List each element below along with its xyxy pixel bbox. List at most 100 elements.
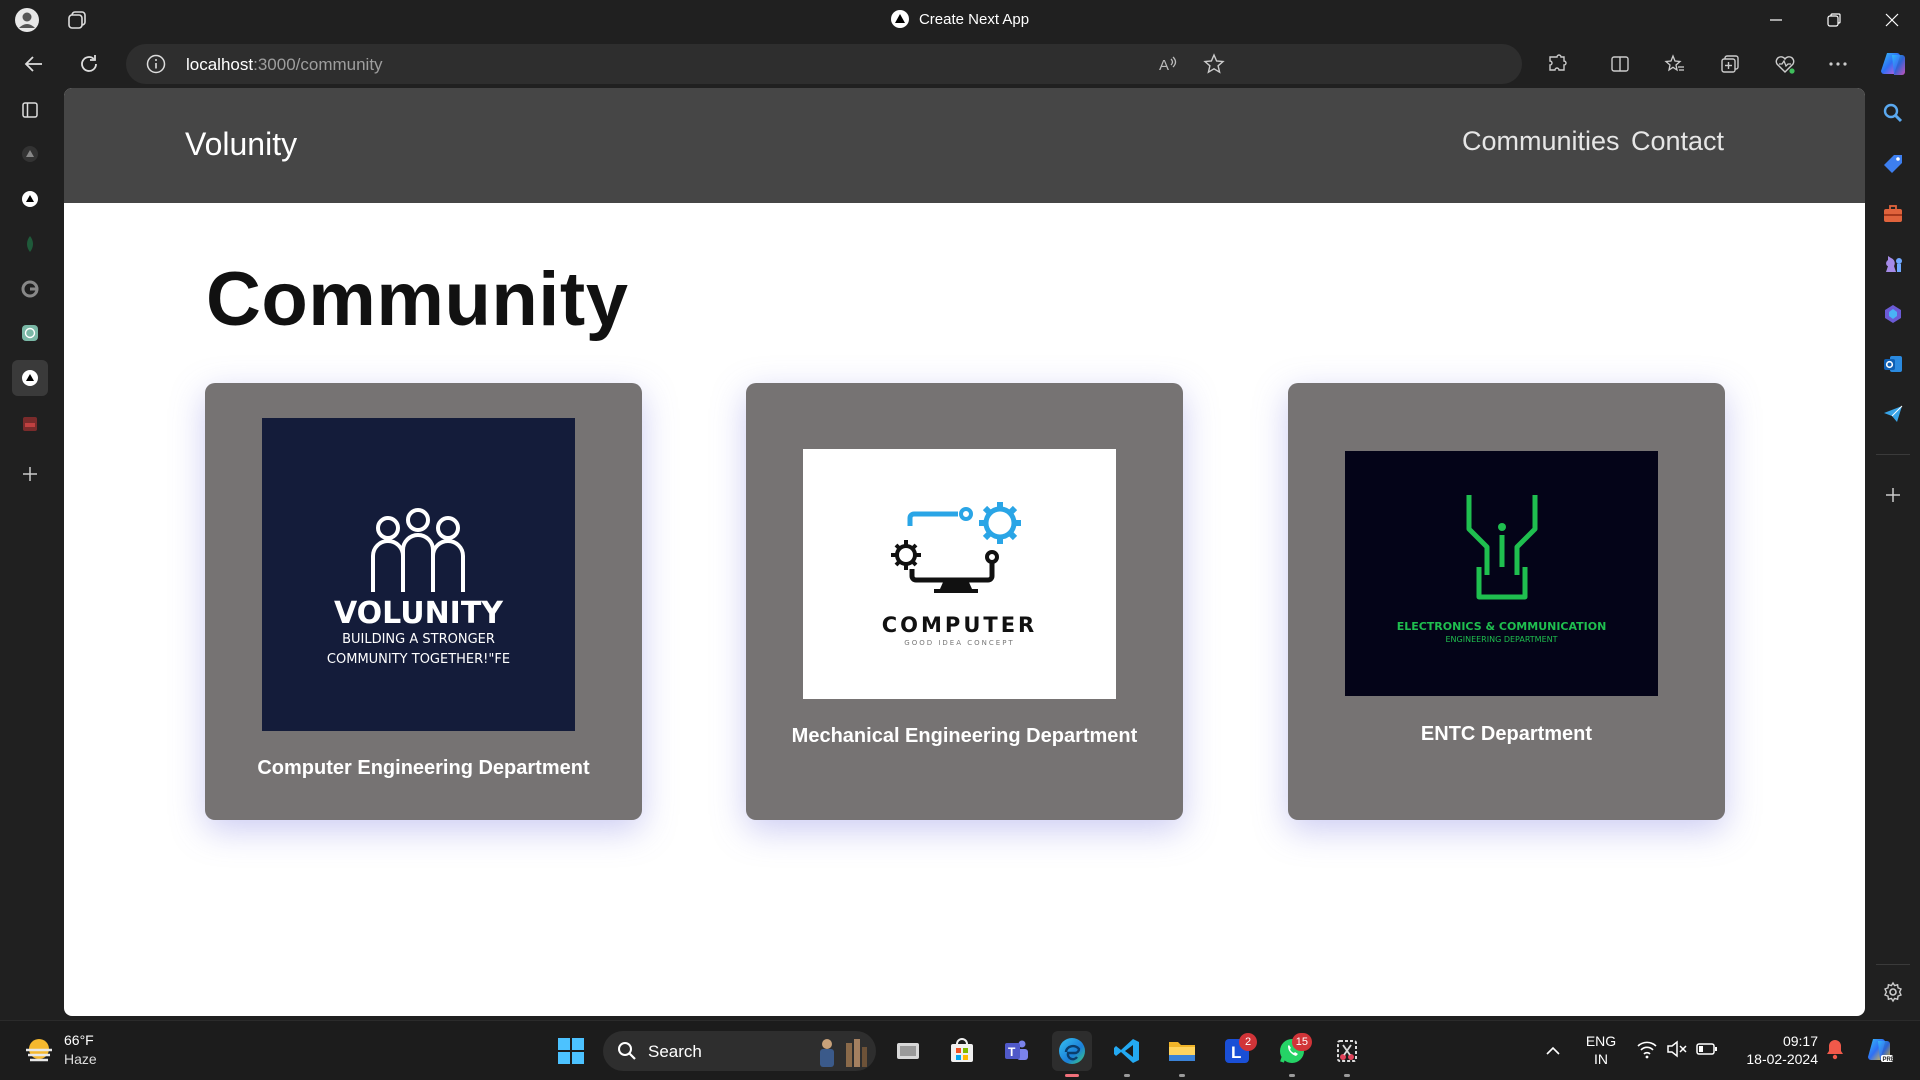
community-card-entc[interactable]: ELECTRONICS & COMMUNICATION ENGINEERING … — [1288, 383, 1725, 820]
clock[interactable]: 09:17 18-02-2024 — [1734, 1032, 1818, 1068]
edge-active-indicator — [1065, 1074, 1079, 1077]
file-explorer-icon[interactable] — [1162, 1031, 1202, 1077]
games-chess-icon[interactable] — [1879, 250, 1907, 278]
site-navbar: Volunity Communities Contact — [64, 88, 1865, 203]
window-title-text: Create Next App — [918, 10, 1030, 28]
card-label[interactable]: Mechanical Engineering Department — [746, 725, 1183, 748]
wifi-icon[interactable] — [1636, 1039, 1658, 1059]
entc-logo-line2: ENGINEERING DEPARTMENT — [1445, 635, 1558, 644]
address-bar[interactable]: localhost:3000/community A — [126, 44, 1522, 84]
volunity-logo-title: VOLUNITY — [333, 596, 504, 631]
extensions-button[interactable] — [1539, 46, 1575, 82]
community-card-computer[interactable]: VOLUNITY BUILDING A STRONGER COMMUNITY T… — [205, 383, 642, 820]
copilot-taskbar-icon[interactable]: PRE — [1865, 1035, 1895, 1065]
tools-briefcase-icon[interactable] — [1879, 200, 1907, 228]
volunity-logo-image: VOLUNITY BUILDING A STRONGER COMMUNITY T… — [262, 418, 575, 731]
start-button[interactable] — [551, 1031, 591, 1071]
computer-logo-title: COMPUTER — [881, 613, 1038, 637]
site-brand[interactable]: Volunity — [185, 126, 297, 163]
volunity-logo-line1: BUILDING A STRONGER — [342, 632, 495, 647]
split-screen-button[interactable] — [1602, 46, 1638, 82]
nav-link-communities[interactable]: Communities — [1462, 126, 1620, 157]
search-label: Search — [648, 1042, 702, 1061]
card-label[interactable]: Computer Engineering Department — [205, 757, 642, 780]
notification-bell-icon[interactable] — [1825, 1038, 1845, 1060]
weather-widget[interactable]: 66°F Haze — [20, 1031, 140, 1071]
sidebar-divider-bottom — [1876, 964, 1910, 965]
window-title: Create Next App — [0, 10, 1920, 32]
vscode-running-indicator — [1124, 1074, 1130, 1077]
whatsapp-icon[interactable]: 15 — [1272, 1031, 1312, 1077]
taskbar-search[interactable]: Search — [603, 1031, 876, 1071]
explorer-running-indicator — [1179, 1074, 1185, 1077]
settings-and-more-button[interactable] — [1820, 46, 1856, 82]
address-row: localhost:3000/community A — [0, 40, 1920, 88]
close-window-button[interactable] — [1864, 0, 1920, 40]
minimize-button[interactable] — [1748, 0, 1804, 40]
favorites-button[interactable] — [1657, 46, 1693, 82]
nav-link-contact[interactable]: Contact — [1631, 126, 1724, 157]
volume-muted-icon[interactable] — [1666, 1039, 1688, 1059]
browser-essentials-button[interactable] — [1767, 46, 1803, 82]
show-hidden-icons-chevron-up-icon[interactable] — [1533, 1031, 1573, 1071]
sidebar-settings-gear-icon[interactable] — [1879, 978, 1907, 1006]
search-icon[interactable] — [1879, 99, 1907, 127]
snipping-running-indicator — [1344, 1074, 1350, 1077]
snipping-tool-icon[interactable] — [1327, 1031, 1367, 1077]
l-app-icon[interactable]: L 2 — [1217, 1031, 1257, 1071]
read-aloud-button[interactable]: A — [1150, 46, 1186, 82]
outlook-icon[interactable] — [1879, 350, 1907, 378]
task-view-icon[interactable] — [888, 1031, 928, 1071]
refresh-button[interactable] — [71, 46, 107, 82]
url-text[interactable]: localhost:3000/community — [186, 55, 383, 75]
svg-text:PRE: PRE — [1883, 1057, 1895, 1063]
send-telegram-icon[interactable] — [1879, 400, 1907, 428]
microsoft-store-icon[interactable] — [942, 1031, 982, 1071]
tab-actions-icon[interactable] — [12, 92, 48, 128]
url-path: :3000/community — [253, 55, 383, 74]
clock-date: 18-02-2024 — [1746, 1051, 1818, 1067]
tab-favicon-nextjs-1[interactable] — [12, 136, 48, 172]
weather-description: Haze — [64, 1051, 97, 1067]
card-label[interactable]: ENTC Department — [1288, 723, 1725, 746]
new-tab-plus-icon[interactable] — [12, 456, 48, 492]
edge-sidebar — [1866, 88, 1920, 1020]
circuit-antenna-icon — [1466, 495, 1538, 600]
svg-text:T: T — [1008, 1045, 1016, 1059]
copilot-sidebar-icon[interactable] — [1879, 300, 1907, 328]
edge-browser-icon[interactable] — [1052, 1031, 1092, 1077]
haze-sun-icon — [26, 1039, 52, 1062]
sidebar-divider — [1876, 454, 1910, 455]
clock-time: 09:17 — [1782, 1033, 1818, 1049]
favorite-star-button[interactable] — [1196, 46, 1232, 82]
whatsapp-badge: 15 — [1291, 1033, 1312, 1051]
tab-favicon-nextjs-active[interactable] — [12, 360, 48, 396]
tab-favicon-nextjs-2[interactable] — [12, 181, 48, 217]
tab-favicon-chatgpt[interactable] — [12, 315, 48, 351]
volunity-logo-line2: COMMUNITY TOGETHER!"FE — [326, 652, 511, 667]
copilot-icon[interactable] — [1875, 46, 1911, 82]
windows-logo-icon — [558, 1038, 584, 1064]
tab-favicon-google[interactable] — [12, 271, 48, 307]
back-button[interactable] — [16, 46, 52, 82]
tab-favicon-pdf[interactable] — [12, 406, 48, 442]
region-code: IN — [1594, 1051, 1608, 1067]
community-card-mechanical[interactable]: COMPUTER GOOD IDEA CONCEPT Mechanical En… — [746, 383, 1183, 820]
whatsapp-running-indicator — [1289, 1074, 1295, 1077]
restore-button[interactable] — [1806, 0, 1862, 40]
page-viewport: Volunity Communities Contact Community V… — [64, 88, 1865, 1016]
page-title: Community — [206, 257, 629, 342]
tab-favicon-mongodb[interactable] — [12, 226, 48, 262]
add-sidebar-app-plus-icon[interactable] — [1879, 481, 1907, 509]
nextjs-favicon-icon — [890, 10, 909, 28]
site-info-icon[interactable] — [146, 54, 166, 74]
svg-text:A: A — [1159, 57, 1169, 74]
vscode-icon[interactable] — [1107, 1031, 1147, 1077]
shopping-tag-icon[interactable] — [1879, 150, 1907, 178]
battery-icon[interactable] — [1696, 1040, 1718, 1058]
input-language[interactable]: ENG IN — [1576, 1032, 1626, 1068]
collections-button[interactable] — [1712, 46, 1748, 82]
weather-temperature: 66°F — [64, 1032, 94, 1048]
teams-icon[interactable]: T — [996, 1031, 1036, 1071]
entc-logo-image: ELECTRONICS & COMMUNICATION ENGINEERING … — [1345, 451, 1658, 696]
